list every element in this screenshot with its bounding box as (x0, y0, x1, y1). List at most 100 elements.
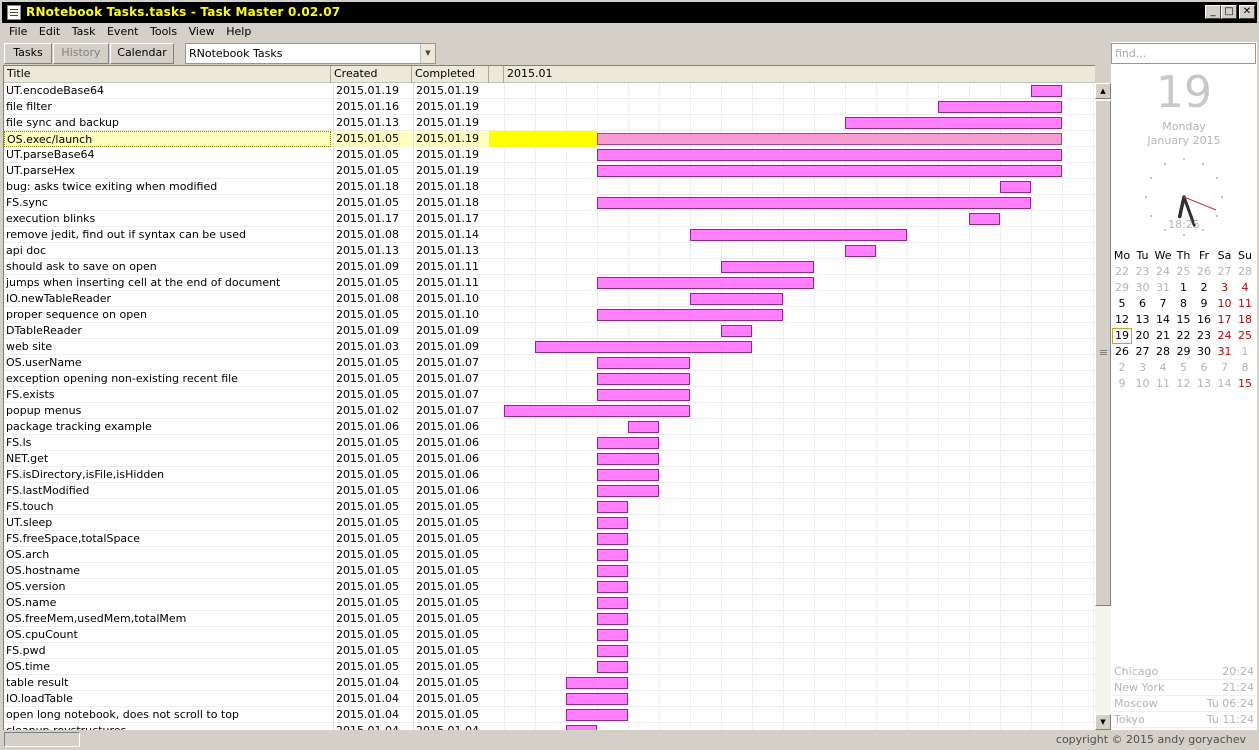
gantt-bar[interactable] (597, 485, 659, 497)
calendar-day[interactable]: 10 (1215, 296, 1235, 312)
table-row[interactable]: OS.name 2015.01.05 2015.01.05 (4, 595, 1095, 611)
gantt-bar[interactable] (504, 405, 690, 417)
table-row[interactable]: OS.hostname 2015.01.05 2015.01.05 (4, 563, 1095, 579)
find-input[interactable] (1111, 43, 1256, 64)
gantt-bar[interactable] (597, 613, 628, 625)
menu-tools[interactable]: Tools (146, 23, 181, 38)
table-row[interactable]: should ask to save on open 2015.01.09 2015… (4, 259, 1095, 275)
gantt-bar[interactable] (597, 469, 659, 481)
calendar-day[interactable]: 14 (1153, 312, 1173, 328)
table-row[interactable]: FS.touch 2015.01.05 2015.01.05 (4, 499, 1095, 515)
gantt-bar[interactable] (597, 309, 783, 321)
calendar-day[interactable]: 1 (1235, 344, 1255, 360)
gantt-bar[interactable] (597, 149, 1062, 161)
calendar-day[interactable]: 23 (1194, 328, 1214, 344)
gantt-bar[interactable] (597, 581, 628, 593)
column-completed[interactable]: Completed (412, 66, 489, 83)
table-row[interactable]: OS.cpuCount 2015.01.05 2015.01.05 (4, 627, 1095, 643)
calendar-day[interactable]: 23 (1133, 264, 1153, 280)
task-table[interactable]: Title Created Completed 2015.01 UT.encod… (3, 65, 1095, 730)
table-row[interactable]: execution blinks 2015.01.17 2015.01.17 (4, 211, 1095, 227)
calendar-day[interactable]: 31 (1153, 280, 1173, 296)
calendar-day[interactable]: 13 (1133, 312, 1153, 328)
gantt-bar[interactable] (566, 677, 628, 689)
table-row[interactable]: remove jedit, find out if syntax can be … (4, 227, 1095, 243)
gantt-bar[interactable] (597, 373, 690, 385)
maximize-button[interactable]: □ (1221, 5, 1237, 19)
gantt-bar[interactable] (597, 197, 1031, 209)
menu-view[interactable]: View (185, 23, 219, 38)
calendar-day[interactable]: 26 (1194, 264, 1214, 280)
table-row[interactable]: OS.exec/launch 2015.01.05 2015.01.19 (4, 131, 1095, 147)
table-row[interactable]: FS.sync 2015.01.05 2015.01.18 (4, 195, 1095, 211)
menu-event[interactable]: Event (103, 23, 143, 38)
menu-file[interactable]: File (5, 23, 31, 38)
calendar-day[interactable]: 29 (1174, 344, 1194, 360)
calendar-day[interactable]: 25 (1235, 328, 1255, 344)
calendar-button[interactable]: Calendar (110, 43, 174, 64)
gantt-bar[interactable] (690, 293, 783, 305)
table-row[interactable]: OS.freeMem,usedMem,totalMem 2015.01.05 201… (4, 611, 1095, 627)
calendar-day[interactable]: 28 (1235, 264, 1255, 280)
table-row[interactable]: FS.exists 2015.01.05 2015.01.07 (4, 387, 1095, 403)
calendar-day[interactable]: 20 (1133, 328, 1153, 344)
table-row[interactable]: IO.newTableReader 2015.01.08 2015.01.10 (4, 291, 1095, 307)
calendar-day[interactable]: 12 (1174, 376, 1194, 392)
calendar-day[interactable]: 30 (1133, 280, 1153, 296)
calendar-day[interactable]: 7 (1153, 296, 1173, 312)
calendar-day[interactable]: 5 (1174, 360, 1194, 376)
table-row[interactable]: OS.version 2015.01.05 2015.01.05 (4, 579, 1095, 595)
gantt-bar[interactable] (628, 421, 659, 433)
minimize-button[interactable]: _ (1205, 5, 1221, 19)
menu-edit[interactable]: Edit (35, 23, 64, 38)
gantt-bar[interactable] (845, 245, 876, 257)
table-row[interactable]: UT.encodeBase64 2015.01.19 2015.01.19 (4, 83, 1095, 99)
calendar-day[interactable]: 14 (1215, 376, 1235, 392)
calendar-day[interactable]: 5 (1112, 296, 1132, 312)
gantt-bar[interactable] (597, 453, 659, 465)
calendar-day[interactable]: 4 (1235, 280, 1255, 296)
gantt-bar[interactable] (597, 661, 628, 673)
gantt-bar[interactable] (535, 341, 752, 353)
column-created[interactable]: Created (331, 66, 412, 83)
table-row[interactable]: api doc 2015.01.13 2015.01.13 (4, 243, 1095, 259)
calendar-day[interactable]: 22 (1174, 328, 1194, 344)
gantt-bar[interactable] (938, 101, 1062, 113)
gantt-bar[interactable] (566, 693, 628, 705)
table-row[interactable]: jumps when inserting cell at the end of … (4, 275, 1095, 291)
table-row[interactable]: OS.time 2015.01.05 2015.01.05 (4, 659, 1095, 675)
table-row[interactable]: web site 2015.01.03 2015.01.09 (4, 339, 1095, 355)
calendar-day[interactable]: 10 (1133, 376, 1153, 392)
gantt-bar[interactable] (597, 645, 628, 657)
calendar-day[interactable]: 24 (1153, 264, 1173, 280)
calendar-day[interactable]: 1 (1174, 280, 1194, 296)
table-row[interactable]: open long notebook, does not scroll to t… (4, 707, 1095, 723)
table-row[interactable]: UT.parseHex 2015.01.05 2015.01.19 (4, 163, 1095, 179)
table-row[interactable]: OS.userName 2015.01.05 2015.01.07 (4, 355, 1095, 371)
table-row[interactable]: FS.isDirectory,isFile,isHidden 2015.01.05… (4, 467, 1095, 483)
calendar-day[interactable]: 22 (1112, 264, 1132, 280)
calendar-day[interactable]: 6 (1133, 296, 1153, 312)
table-row[interactable]: proper sequence on open 2015.01.05 2015.01… (4, 307, 1095, 323)
table-row[interactable]: DTableReader 2015.01.09 2015.01.09 (4, 323, 1095, 339)
app-icon[interactable] (7, 5, 21, 20)
table-row[interactable]: FS.freeSpace,totalSpace 2015.01.05 2015.01… (4, 531, 1095, 547)
calendar-day[interactable]: 8 (1235, 360, 1255, 376)
calendar-day[interactable]: 28 (1153, 344, 1173, 360)
calendar-day[interactable]: 24 (1215, 328, 1235, 344)
vertical-scrollbar[interactable]: ▲ ▼ (1095, 83, 1111, 730)
table-row[interactable]: FS.ls 2015.01.05 2015.01.06 (4, 435, 1095, 451)
calendar-day[interactable]: 12 (1112, 312, 1132, 328)
gantt-bar[interactable] (597, 165, 1062, 177)
gantt-bar[interactable] (597, 277, 814, 289)
calendar-day[interactable]: 29 (1112, 280, 1132, 296)
calendar-day[interactable]: 21 (1153, 328, 1173, 344)
calendar-day[interactable]: 9 (1194, 296, 1214, 312)
calendar-day[interactable]: 2 (1194, 280, 1214, 296)
calendar-day[interactable]: 26 (1112, 344, 1132, 360)
calendar-day[interactable]: 7 (1215, 360, 1235, 376)
calendar-day[interactable]: 11 (1235, 296, 1255, 312)
gantt-bar[interactable] (845, 117, 1062, 129)
menu-help[interactable]: Help (222, 23, 255, 38)
calendar-day[interactable]: 27 (1215, 264, 1235, 280)
